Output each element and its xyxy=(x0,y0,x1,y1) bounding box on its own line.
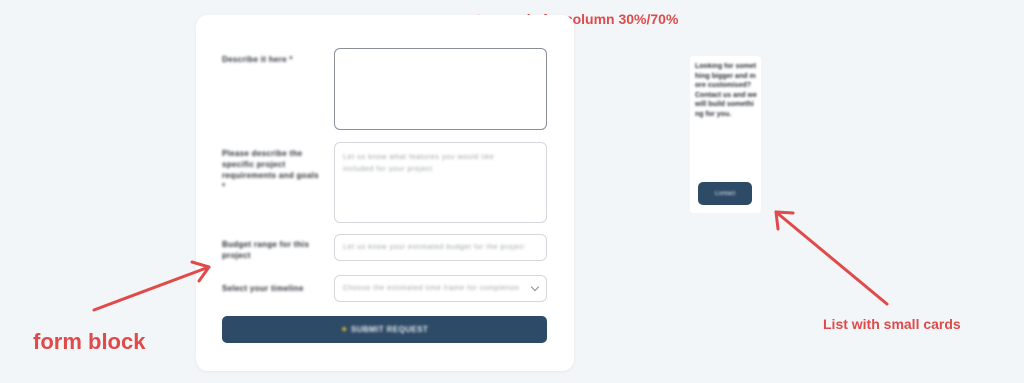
annotation-arrows xyxy=(92,210,889,312)
arrow-to-form-block xyxy=(92,260,211,312)
arrow-to-small-card xyxy=(774,210,889,306)
